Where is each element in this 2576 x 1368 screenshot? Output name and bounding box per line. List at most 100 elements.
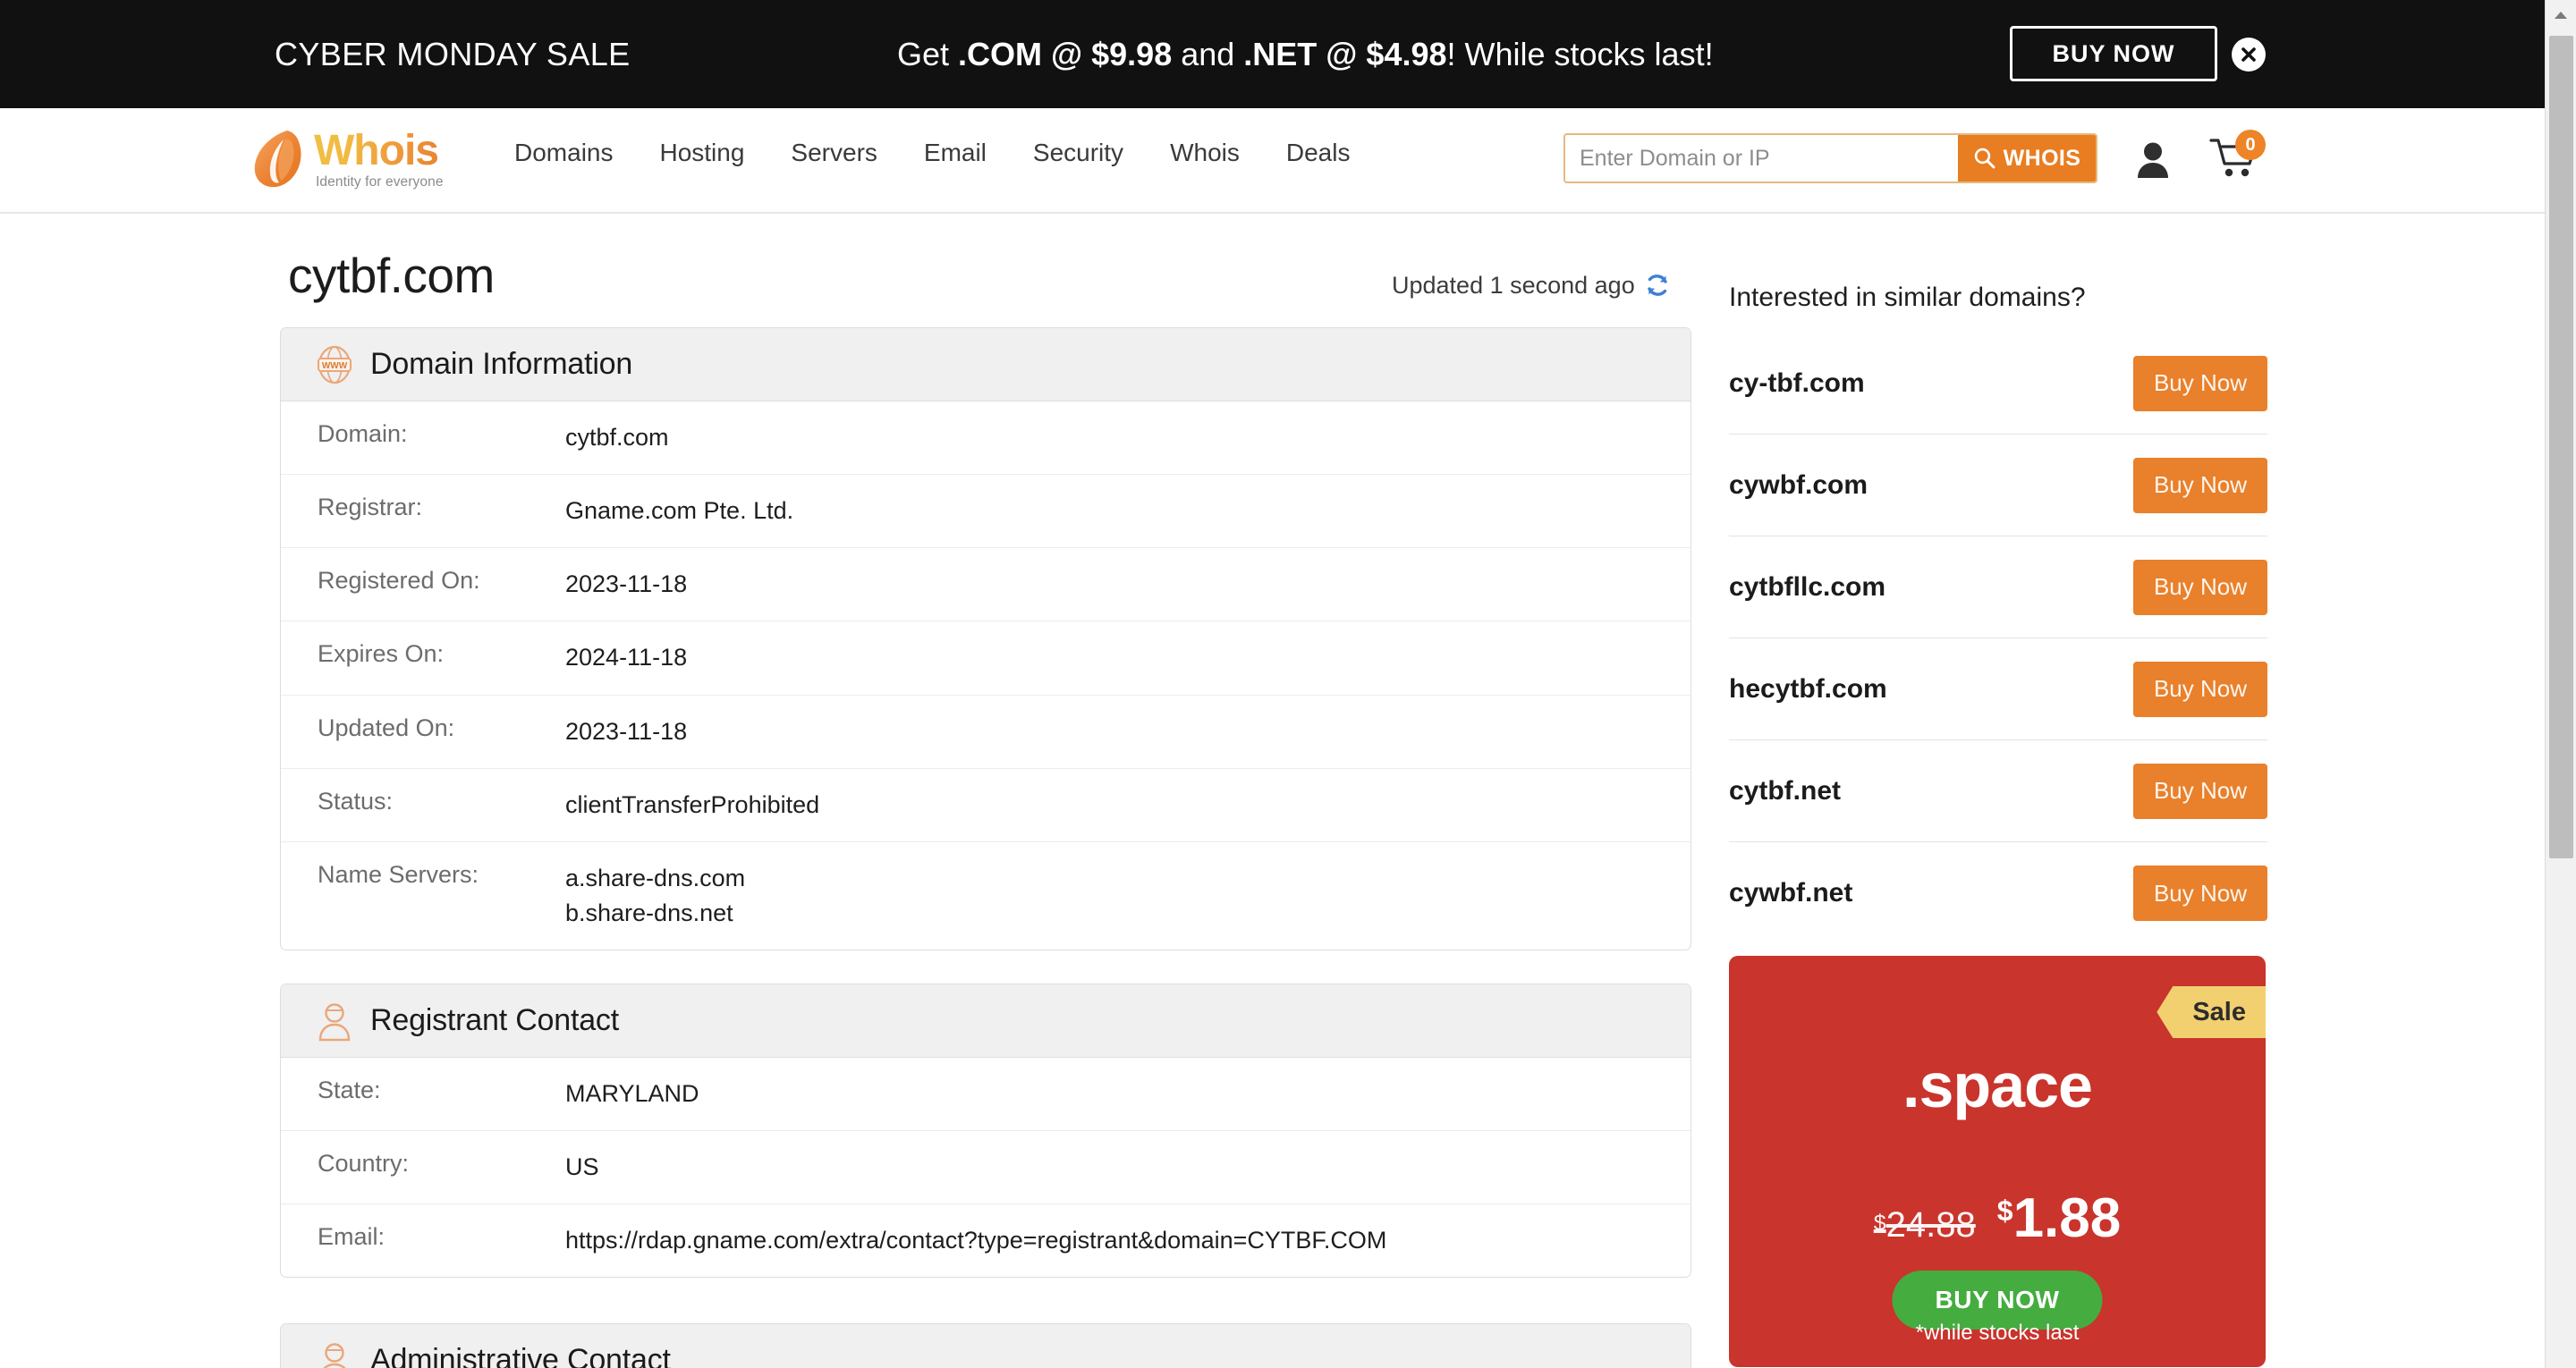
nav-item-domains[interactable]: Domains [514,139,636,167]
row-label: Registered On: [318,567,480,595]
promo-banner: CYBER MONDAY SALE Get .COM @ $9.98 and .… [0,0,2545,108]
page-title: cytbf.com [288,248,495,303]
nav-item-hosting[interactable]: Hosting [636,139,767,167]
whois-search-button[interactable]: WHOIS [1958,135,2096,182]
list-item: cytbf.net Buy Now [1729,740,2267,842]
user-avatar-icon[interactable] [2135,140,2171,178]
card-header: Registrant Contact [281,984,1690,1058]
whois-logo[interactable]: Whois Identity for everyone [251,127,475,191]
card-header: Administrative Contact [281,1324,1690,1368]
similar-domain-name[interactable]: cytbfllc.com [1729,572,1885,603]
row-value: MARYLAND [565,1080,699,1107]
www-globe-icon: WWW [318,345,352,384]
promo-old-price: $24.88 [1874,1205,1976,1246]
promo-offer-prefix: Get [897,35,959,72]
promo-old-price-currency: $ [1873,1211,1886,1236]
page-scrollbar[interactable] [2545,0,2576,1368]
promo-new-price-value: 1.88 [2012,1187,2122,1249]
row-label: Status: [318,787,394,815]
nav-item-servers[interactable]: Servers [767,139,900,167]
row-label: Name Servers: [318,860,479,888]
row-label: Expires On: [318,640,445,668]
list-item: cywbf.net Buy Now [1729,842,2267,944]
nav-item-whois[interactable]: Whois [1147,139,1263,167]
buy-now-button[interactable]: Buy Now [2133,866,2267,921]
promo-new-price-currency: $ [1996,1195,2013,1227]
space-promo-card[interactable]: Sale .space $24.88 $1.88 BUY NOW *while … [1729,956,2266,1367]
similar-domains-list: cy-tbf.com Buy Now cywbf.com Buy Now cyt… [1729,333,2267,944]
row-value: Gname.com Pte. Ltd. [565,497,794,525]
svg-text:WWW: WWW [322,361,348,371]
promo-new-price: $1.88 [1997,1186,2121,1250]
row-value: cytbf.com [565,424,669,451]
promo-tld-label: .space [1902,1051,2093,1120]
promo-offer-com: .COM @ $9.98 [958,35,1173,72]
card-title: Registrant Contact [370,1003,619,1037]
similar-domains-title: Interested in similar domains? [1729,283,2086,312]
similar-domain-name[interactable]: cywbf.net [1729,878,1852,908]
refresh-icon[interactable] [1643,271,1672,300]
administrative-contact-card: Administrative Contact [280,1323,1691,1368]
logo-tagline: Identity for everyone [316,173,444,190]
logo-wordmark: Whois [314,129,444,173]
similar-domain-name[interactable]: cywbf.com [1729,470,1868,501]
row-value: clientTransferProhibited [565,790,820,818]
updated-status: Updated 1 second ago [1392,271,1672,300]
magnifier-icon [1974,148,1996,169]
similar-domain-name[interactable]: cytbf.net [1729,776,1841,806]
row-label: Email: [318,1223,386,1251]
close-circle-icon[interactable] [2232,38,2266,72]
table-row: Registrar: Gname.com Pte. Ltd. [281,475,1690,549]
logo-text-block: Whois Identity for everyone [314,129,444,190]
row-value: 2023-11-18 [565,570,688,598]
page-viewport: CYBER MONDAY SALE Get .COM @ $9.98 and .… [0,0,2576,1368]
domain-information-card: WWW Domain Information Domain: cytbf.com… [280,327,1691,951]
table-row: Updated On: 2023-11-18 [281,696,1690,769]
nav-item-deals[interactable]: Deals [1263,139,1374,167]
row-label: State: [318,1077,381,1103]
buy-now-button[interactable]: Buy Now [2133,559,2267,615]
cart-count-badge: 0 [2235,130,2266,160]
row-label: Registrar: [318,494,423,521]
nav-item-email[interactable]: Email [901,139,1010,167]
promo-offer-text: Get .COM @ $9.98 and .NET @ $4.98! While… [897,36,1714,73]
whois-leaf-logo-icon [254,131,301,188]
row-value: 2024-11-18 [565,644,688,671]
buy-now-button[interactable]: Buy Now [2133,355,2267,411]
cart-button[interactable]: 0 [2209,130,2266,182]
list-item: cywbf.com Buy Now [1729,435,2267,536]
row-value: 2023-11-18 [565,717,688,745]
updated-text: Updated 1 second ago [1392,271,1635,299]
search-group: WHOIS [1563,133,2097,183]
card-header: WWW Domain Information [281,328,1690,401]
table-row: Country: US [281,1131,1690,1205]
list-item: hecytbf.com Buy Now [1729,638,2267,740]
scrollbar-thumb[interactable] [2549,36,2573,858]
promo-disclaimer: *while stocks last [1915,1321,2080,1345]
promo-prices: $24.88 $1.88 [1729,1186,2266,1250]
list-item: cytbfllc.com Buy Now [1729,536,2267,638]
sale-ribbon-badge: Sale [2157,986,2266,1038]
card-title: Domain Information [370,347,633,381]
similar-domain-name[interactable]: hecytbf.com [1729,674,1887,705]
nav-links: Domains Hosting Servers Email Security W… [514,139,1373,167]
promo-offer-net: .NET @ $4.98 [1243,35,1447,72]
card-title: Administrative Contact [370,1343,671,1368]
buy-now-button[interactable]: Buy Now [2133,457,2267,513]
nav-item-security[interactable]: Security [1010,139,1147,167]
person-contact-icon [318,1002,351,1041]
buy-now-button[interactable]: Buy Now [2133,661,2267,717]
row-label: Domain: [318,420,408,447]
scroll-up-arrow-icon[interactable] [2546,0,2576,30]
row-label: Updated On: [318,714,455,741]
promo-sale-label: CYBER MONDAY SALE [275,35,631,72]
table-row: Email: https://rdap.gname.com/extra/cont… [281,1204,1690,1277]
row-label: Country: [318,1150,410,1178]
promo-buy-now-button[interactable]: BUY NOW [2010,26,2217,81]
similar-domain-name[interactable]: cy-tbf.com [1729,368,1865,399]
whois-search-button-label: WHOIS [2003,145,2081,171]
registrant-contact-card: Registrant Contact State: MARYLAND Count… [280,984,1691,1279]
search-input[interactable] [1565,135,1958,182]
buy-now-button[interactable]: Buy Now [2133,763,2267,819]
nameserver-1: a.share-dns.com [565,864,746,891]
